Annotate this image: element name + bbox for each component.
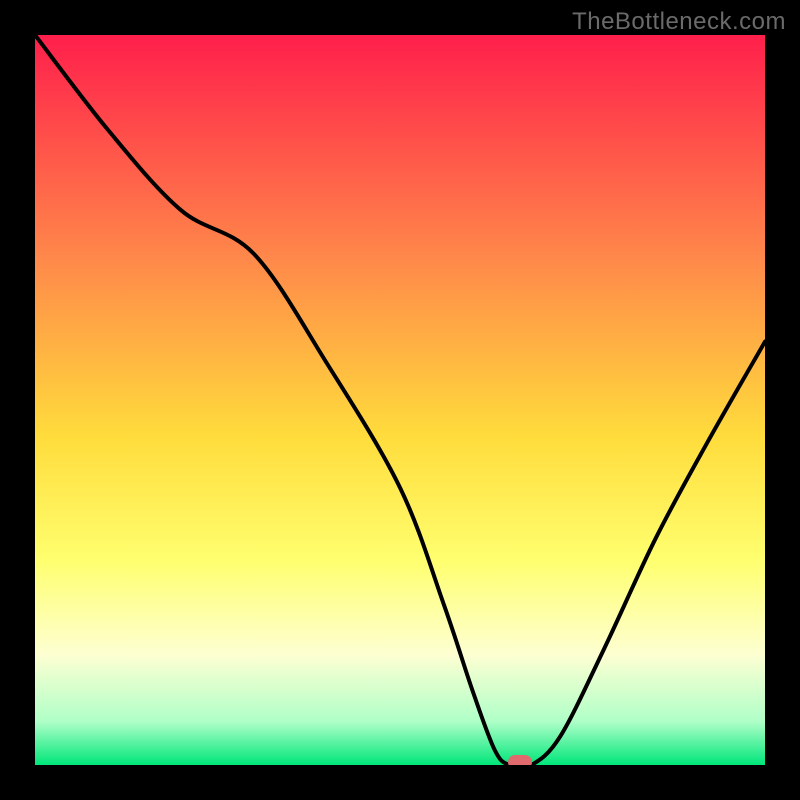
chart-frame: TheBottleneck.com	[0, 0, 800, 800]
optimal-marker	[508, 755, 532, 765]
chart-plot-area	[35, 35, 765, 765]
chart-svg	[35, 35, 765, 765]
watermark-text: TheBottleneck.com	[572, 8, 786, 36]
gradient-background	[35, 35, 765, 765]
